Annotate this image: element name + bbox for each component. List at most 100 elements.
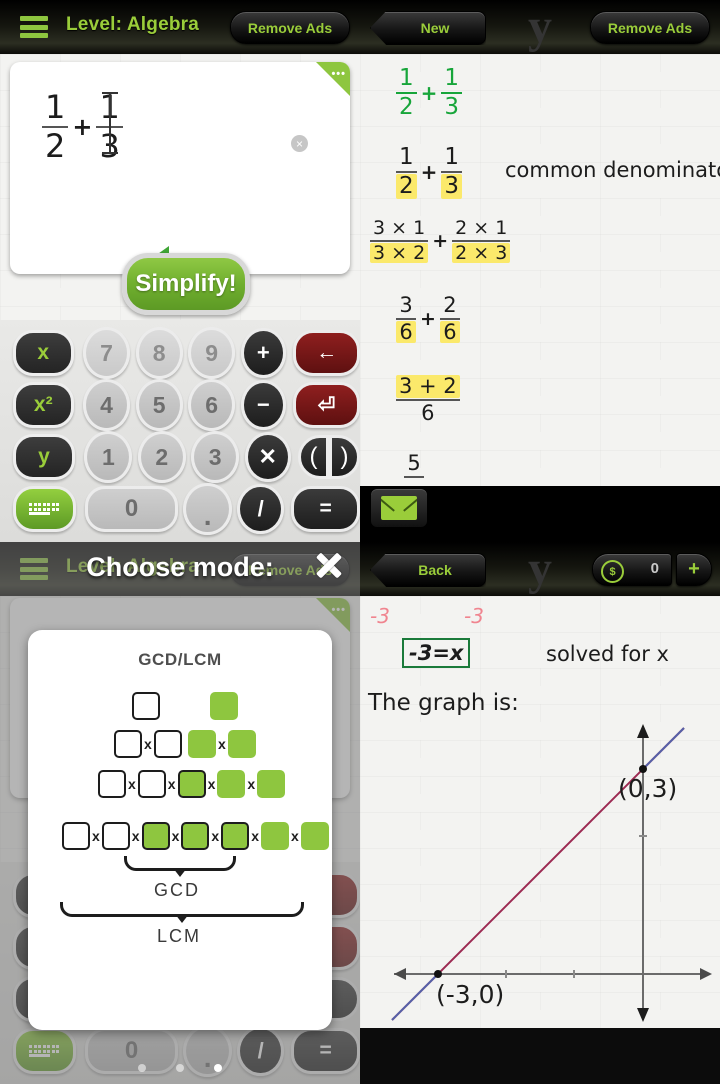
step2-d2: 3 xyxy=(441,173,463,199)
simplify-button[interactable]: Simplify! xyxy=(122,253,250,315)
factor-box-filled[interactable] xyxy=(260,822,289,850)
key-minus[interactable]: − xyxy=(240,380,286,430)
remove-ads-button[interactable]: Remove Ads xyxy=(590,11,710,44)
boxed-result: -3=x xyxy=(402,638,471,668)
step4-d2: 6 xyxy=(440,320,460,344)
key-6[interactable]: 6 xyxy=(188,379,236,431)
key-2[interactable]: 2 xyxy=(137,431,186,483)
solution-step-1: 12 + 13 xyxy=(396,65,463,120)
key-4[interactable]: 4 xyxy=(82,379,131,431)
page-indicator-dots[interactable] xyxy=(0,1064,360,1072)
key-1[interactable]: 1 xyxy=(84,431,133,483)
new-button[interactable]: New xyxy=(370,11,486,45)
key-decimal[interactable]: . xyxy=(183,483,232,535)
point-label-y-intercept: (0,3) xyxy=(618,774,678,803)
text-caret xyxy=(109,92,111,154)
clear-icon[interactable]: × xyxy=(291,135,308,152)
key-x-squared[interactable]: x² xyxy=(12,382,75,428)
factor-box-shared[interactable] xyxy=(177,770,206,798)
gcd-row-2[interactable]: x xyxy=(114,730,182,758)
key-y[interactable]: y xyxy=(12,434,76,480)
top-bar-tl: Level: Algebra Remove Ads xyxy=(0,0,360,54)
step1-n1: 1 xyxy=(399,65,414,91)
point-label-x-intercept: (-3,0) xyxy=(436,980,505,1009)
key-divide[interactable]: / xyxy=(237,484,284,534)
factor-box-filled[interactable] xyxy=(227,730,256,758)
step3-op: + xyxy=(432,229,449,252)
modal-title: GCD/LCM xyxy=(138,650,222,669)
add-coins-button[interactable]: + xyxy=(676,553,712,586)
key-multiply[interactable]: ✕ xyxy=(244,432,291,482)
key-enter[interactable]: ⏎ xyxy=(293,382,360,428)
expression-input-card[interactable]: ••• × 1 2 + 1 3 xyxy=(10,62,350,276)
lcm-brace xyxy=(60,902,304,917)
back-button[interactable]: Back xyxy=(370,553,486,587)
solved-note: solved for x xyxy=(546,642,669,666)
key-backspace[interactable]: ← xyxy=(293,330,360,376)
hamburger-icon[interactable] xyxy=(20,16,48,38)
factor-box-empty[interactable] xyxy=(62,822,90,850)
coin-balance[interactable]: $ 0 xyxy=(592,553,672,586)
step2-d1: 2 xyxy=(396,173,417,199)
gcd-row-1-right[interactable] xyxy=(210,692,238,720)
keyboard-icon[interactable] xyxy=(12,486,77,532)
gcd-brace xyxy=(124,856,236,871)
frac1-numerator: 1 xyxy=(45,88,66,126)
key-3[interactable]: 3 xyxy=(191,431,240,483)
key-5[interactable]: 5 xyxy=(135,379,183,431)
key-x[interactable]: x xyxy=(12,330,75,376)
key-8[interactable]: 8 xyxy=(135,327,183,379)
key-equals[interactable]: = xyxy=(291,486,360,532)
step6-n1: 5 xyxy=(407,451,421,475)
key-plus[interactable]: + xyxy=(240,328,286,378)
envelope-icon[interactable] xyxy=(370,488,428,528)
choose-mode-title: Choose mode: xyxy=(86,552,274,582)
step1-op: + xyxy=(420,80,438,105)
step5-n1: 3 + 2 xyxy=(396,375,460,398)
coin-icon: $ xyxy=(601,560,624,583)
gcd-row-1[interactable] xyxy=(132,692,160,720)
factor-box-filled[interactable] xyxy=(217,770,246,798)
key-9[interactable]: 9 xyxy=(188,327,236,379)
gcd-row-3[interactable]: xxxx xyxy=(98,770,286,798)
page-title: Level: Algebra xyxy=(66,14,200,35)
step3-d1: 3 × 2 xyxy=(370,242,429,264)
factor-box-empty[interactable] xyxy=(101,822,130,850)
solution-step-6: 5 xyxy=(404,452,424,479)
close-icon[interactable] xyxy=(308,544,348,584)
factor-box-empty[interactable] xyxy=(137,770,166,798)
key-parentheses[interactable]: () xyxy=(298,435,360,479)
factor-box-empty[interactable] xyxy=(153,730,182,758)
step3-n2: 2 × 1 xyxy=(455,217,508,239)
panel-choose-mode: Level: Algebra Remove Ads ••• xyxy=(0,542,360,1084)
factor-box-empty[interactable] xyxy=(132,692,160,720)
remove-ads-button[interactable]: Remove Ads xyxy=(230,11,350,44)
step5-d1: 6 xyxy=(421,400,435,425)
factor-box-shared[interactable] xyxy=(221,822,250,850)
bottom-bar-br xyxy=(360,1028,720,1084)
gcd-row-4[interactable]: xxxxxx xyxy=(62,822,329,850)
gcd-row-2-right[interactable]: x xyxy=(188,730,256,758)
app-logo: y xyxy=(528,542,552,595)
factor-box-filled[interactable] xyxy=(300,822,329,850)
annotation-left: -3 xyxy=(370,604,390,628)
step2-n1: 1 xyxy=(399,144,414,170)
step3-d2: 2 × 3 xyxy=(452,242,511,264)
step2-note: common denominator xyxy=(505,158,720,182)
step1-d2: 3 xyxy=(444,93,460,120)
factor-box-shared[interactable] xyxy=(181,822,210,850)
key-7[interactable]: 7 xyxy=(82,327,131,379)
options-corner-icon[interactable]: ••• xyxy=(316,62,350,96)
step4-d1: 6 xyxy=(396,320,416,344)
factor-box-shared[interactable] xyxy=(141,822,170,850)
factor-box-empty[interactable] xyxy=(114,730,142,758)
step4-n1: 3 xyxy=(399,293,413,317)
screenshot-grid: Level: Algebra Remove Ads ••• × 1 2 + 1 … xyxy=(0,0,720,1084)
factor-box-filled[interactable] xyxy=(257,770,286,798)
factor-box-filled[interactable] xyxy=(188,730,216,758)
factor-box-filled[interactable] xyxy=(210,692,238,720)
step1-d1: 2 xyxy=(399,93,414,120)
key-0[interactable]: 0 xyxy=(85,486,178,532)
factor-box-empty[interactable] xyxy=(98,770,126,798)
step4-n2: 2 xyxy=(443,293,457,317)
